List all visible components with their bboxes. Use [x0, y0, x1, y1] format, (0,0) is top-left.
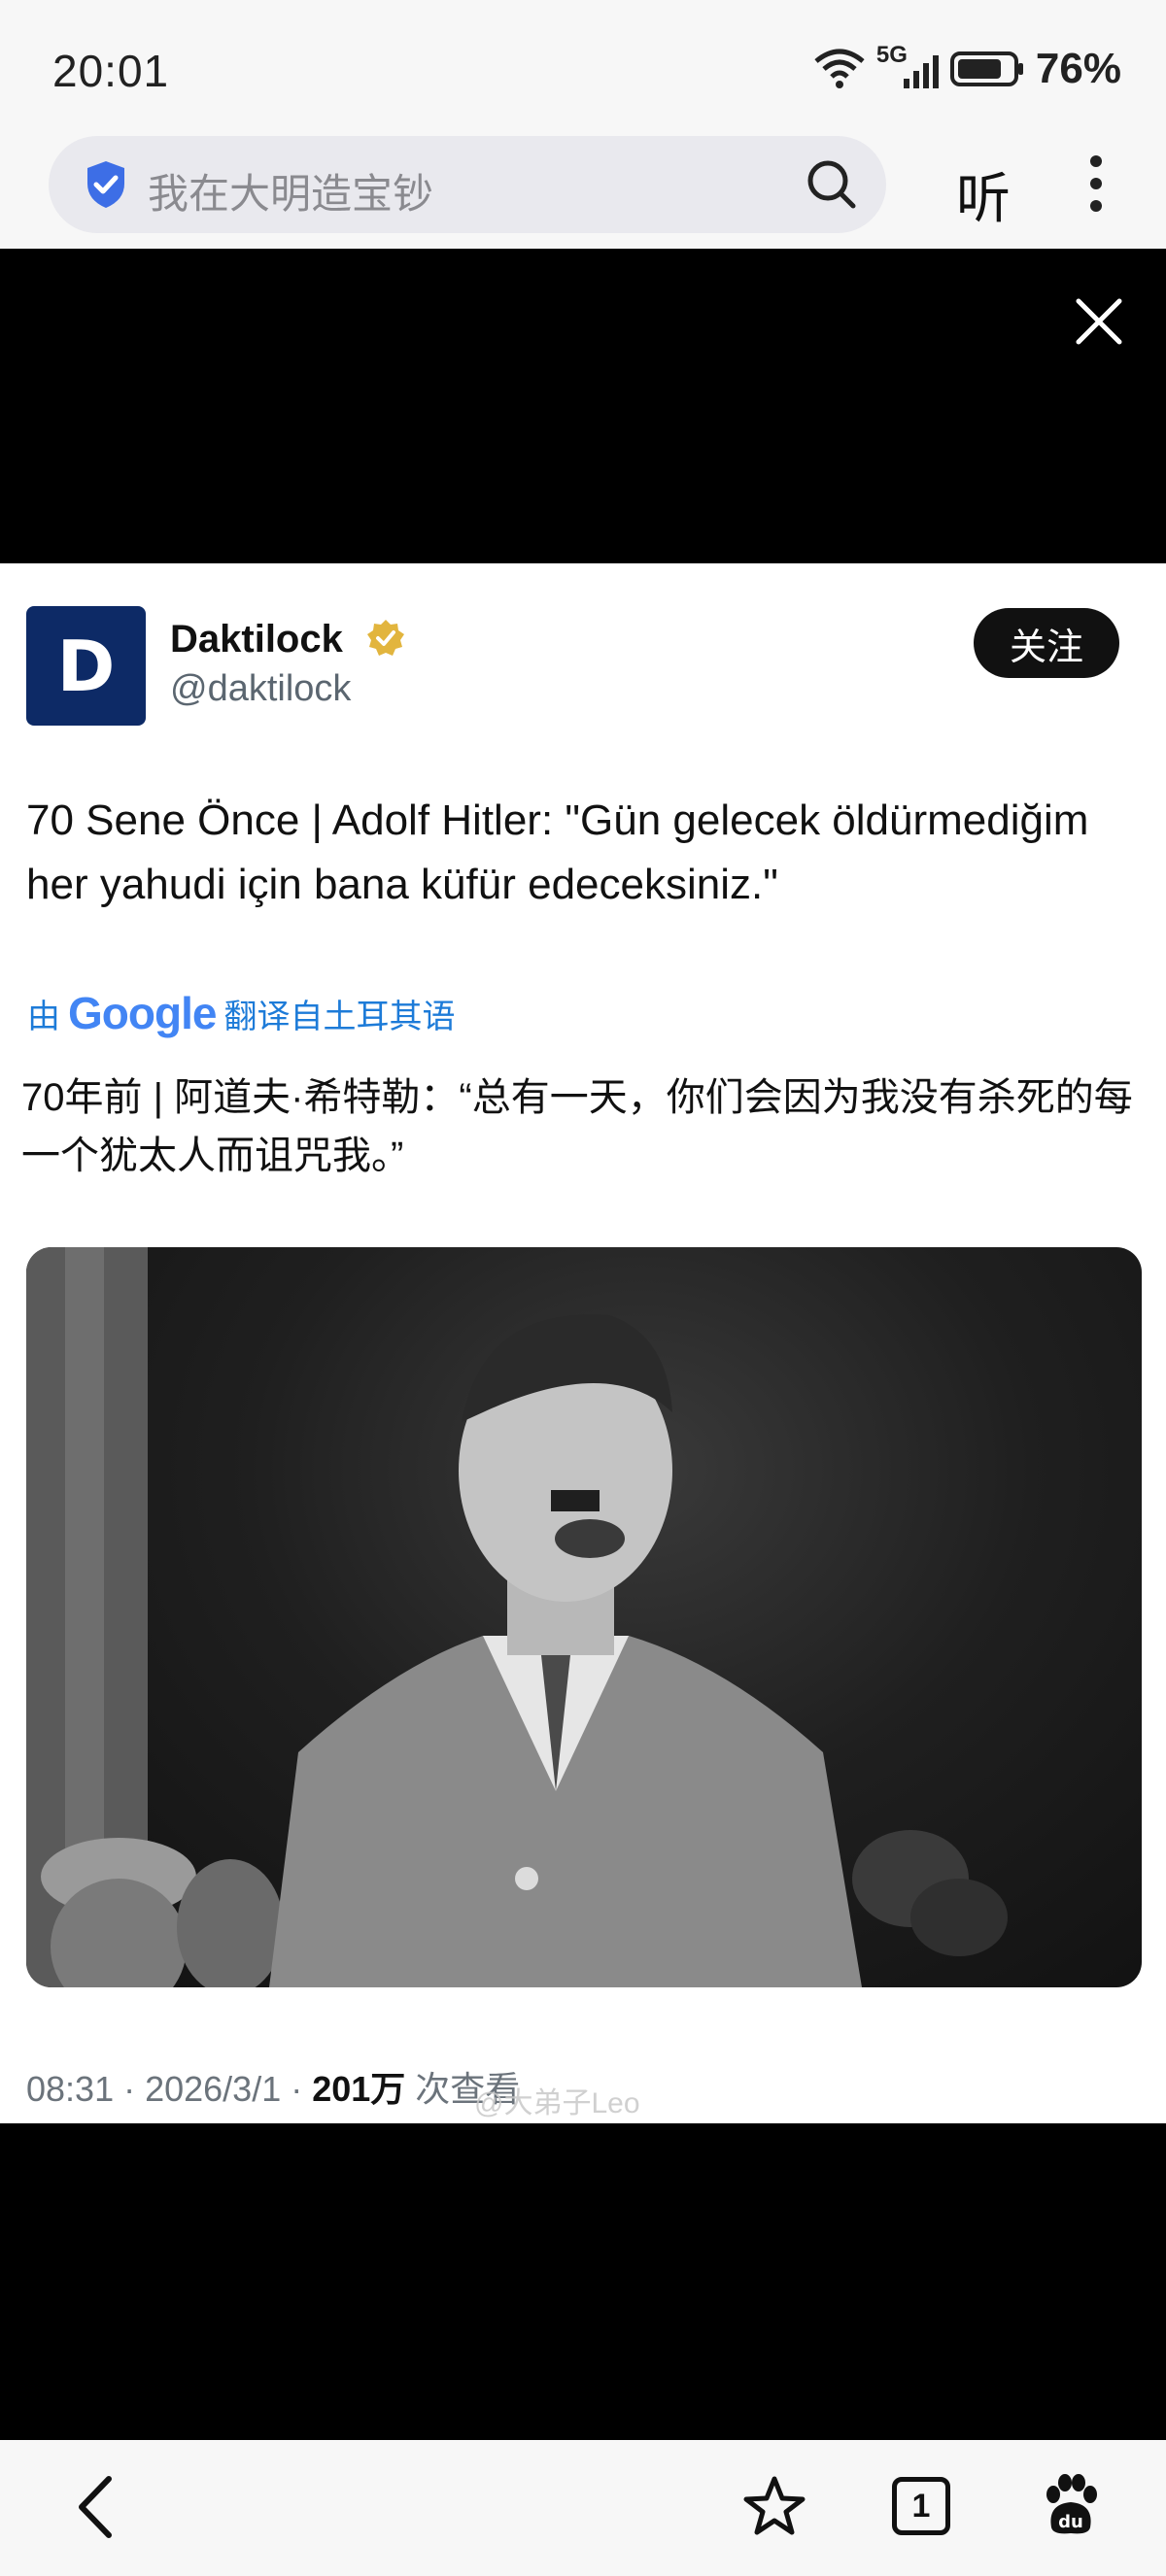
author-name[interactable]: Daktilock: [170, 618, 343, 661]
status-bar: 20:01 5G 76%: [0, 0, 1166, 136]
watermark: @大弟子Leo: [474, 2087, 640, 2119]
translation-attribution[interactable]: 由 Google 翻译自土耳其语: [27, 987, 455, 1039]
post-card: D Daktilock @daktilock 关注 70 Sene Önce |…: [0, 563, 1166, 2123]
browser-toolbar: 我在大明造宝钞 听: [0, 136, 1166, 249]
status-time: 20:01: [52, 46, 170, 96]
search-text[interactable]: 我在大明造宝钞: [148, 161, 433, 220]
shield-icon: [87, 161, 124, 208]
translate-suffix: 翻译自土耳其语: [223, 998, 456, 1035]
post-time-date: 08:31 · 2026/3/1 ·: [26, 2069, 313, 2109]
back-icon[interactable]: [70, 2473, 128, 2541]
translated-text: 70年前 | 阿道夫·希特勒：“总有一天，你们会因为我没有杀死的每一个犹太人而诅…: [21, 1076, 1133, 1177]
avatar-letter: D: [56, 625, 116, 707]
tab-count: 1: [911, 2487, 931, 2525]
verified-badge-icon: [367, 620, 404, 656]
follow-button[interactable]: 关注: [974, 608, 1119, 678]
wifi-icon: [814, 49, 865, 88]
more-menu-icon[interactable]: [1086, 153, 1106, 214]
battery-level: 76%: [1035, 45, 1121, 92]
viewer-top-area: [0, 249, 1166, 563]
google-logo: Google: [68, 988, 217, 1038]
star-icon[interactable]: [740, 2473, 808, 2541]
search-box[interactable]: 我在大明造宝钞: [49, 136, 886, 233]
post-meta: 08:31 · 2026/3/1 · 201万 次查看: [26, 2061, 520, 2112]
translate-prefix: 由: [27, 998, 60, 1035]
cellular-signal: 5G: [876, 42, 941, 90]
status-indicators: 5G 76%: [812, 42, 1121, 93]
bottom-navigation: 1 du: [0, 2440, 1166, 2576]
view-count: 201万: [312, 2069, 406, 2109]
post-text: 70 Sene Önce | Adolf Hitler: "Gün gelece…: [26, 797, 1089, 908]
avatar[interactable]: D: [26, 606, 146, 726]
search-icon[interactable]: [805, 157, 859, 212]
viewer-bottom-area: [0, 2123, 1166, 2440]
battery-icon: [949, 51, 1023, 86]
author-handle[interactable]: @daktilock: [170, 668, 351, 710]
post-photo[interactable]: [26, 1247, 1142, 1987]
close-icon[interactable]: [1075, 297, 1123, 346]
svg-text:du: du: [1058, 2512, 1083, 2532]
listen-button[interactable]: 听: [956, 155, 1011, 234]
photo-illustration: [26, 1247, 1008, 1987]
tabs-button[interactable]: 1: [892, 2477, 950, 2535]
baidu-paw-icon[interactable]: du: [1040, 2473, 1102, 2537]
signal-icon: [903, 55, 939, 88]
